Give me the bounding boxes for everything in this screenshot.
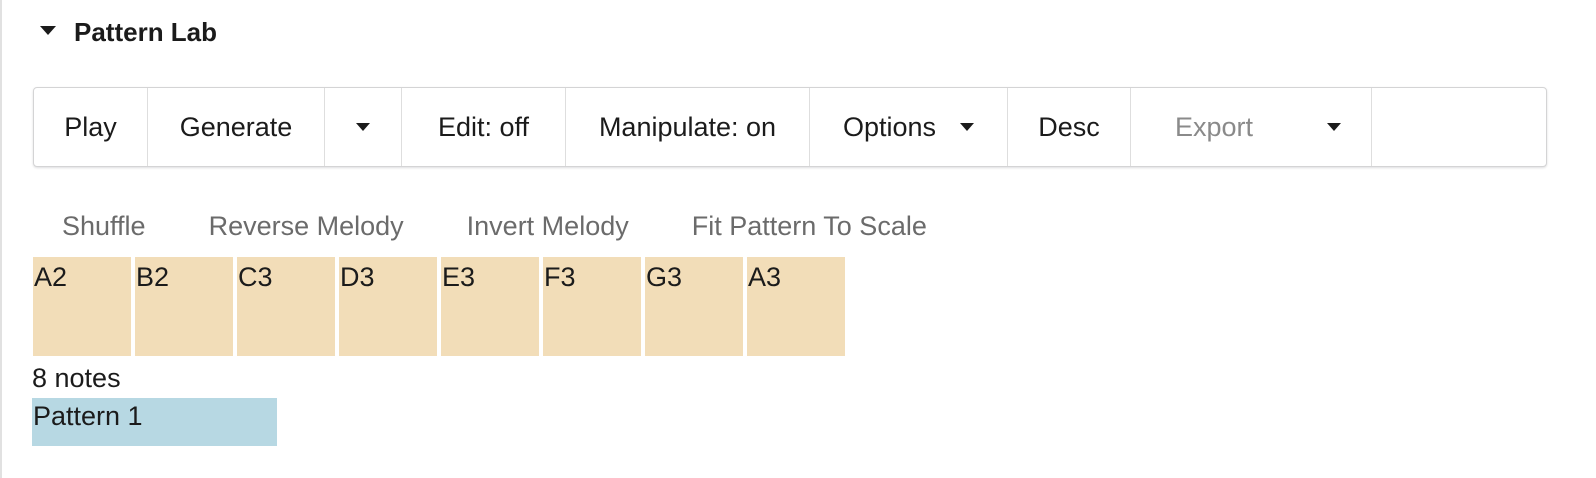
pattern-toolbar: Play Generate Edit: off Manipulate: on O… bbox=[33, 87, 1547, 167]
options-label: Options bbox=[842, 111, 937, 142]
desc-button-label: Desc bbox=[1038, 111, 1100, 142]
invert-melody-button[interactable]: Invert Melody bbox=[467, 211, 629, 242]
manipulate-toggle-button[interactable]: Manipulate: on bbox=[566, 88, 810, 166]
pattern-lab-section-toggle[interactable]: Pattern Lab bbox=[40, 14, 217, 50]
note-cell[interactable]: E3 bbox=[441, 257, 539, 356]
caret-down-icon bbox=[40, 25, 56, 35]
note-cell[interactable]: G3 bbox=[645, 257, 743, 356]
note-cell[interactable]: C3 bbox=[237, 257, 335, 356]
play-button-label: Play bbox=[64, 111, 117, 142]
edit-toggle-button[interactable]: Edit: off bbox=[402, 88, 566, 166]
options-dropdown[interactable]: Options bbox=[810, 88, 1008, 166]
export-label: Export bbox=[1175, 111, 1254, 142]
note-sequence: A2 B2 C3 D3 E3 F3 G3 A3 bbox=[33, 257, 849, 356]
generate-button[interactable]: Generate bbox=[148, 88, 325, 166]
manipulation-actions: Shuffle Reverse Melody Invert Melody Fit… bbox=[62, 206, 927, 246]
shuffle-button[interactable]: Shuffle bbox=[62, 211, 146, 242]
manipulate-toggle-label: Manipulate: on bbox=[598, 111, 777, 142]
play-button[interactable]: Play bbox=[34, 88, 148, 166]
note-count: 8 notes bbox=[32, 363, 121, 393]
caret-down-icon bbox=[960, 123, 975, 131]
caret-down-icon bbox=[356, 123, 370, 131]
generate-dropdown-button[interactable] bbox=[325, 88, 402, 166]
generate-button-label: Generate bbox=[179, 111, 293, 142]
note-cell[interactable]: B2 bbox=[135, 257, 233, 356]
pattern-item[interactable]: Pattern 1 bbox=[32, 398, 277, 446]
note-cell[interactable]: A3 bbox=[747, 257, 845, 356]
note-cell[interactable]: D3 bbox=[339, 257, 437, 356]
desc-button[interactable]: Desc bbox=[1008, 88, 1131, 166]
caret-down-icon bbox=[1327, 123, 1342, 131]
edit-toggle-label: Edit: off bbox=[437, 111, 530, 142]
note-cell[interactable]: A2 bbox=[33, 257, 131, 356]
export-dropdown[interactable]: Export bbox=[1131, 88, 1372, 166]
panel-left-border bbox=[0, 0, 2, 478]
fit-pattern-to-scale-button[interactable]: Fit Pattern To Scale bbox=[692, 211, 927, 242]
note-cell[interactable]: F3 bbox=[543, 257, 641, 356]
section-title: Pattern Lab bbox=[74, 16, 218, 47]
reverse-melody-button[interactable]: Reverse Melody bbox=[209, 211, 404, 242]
